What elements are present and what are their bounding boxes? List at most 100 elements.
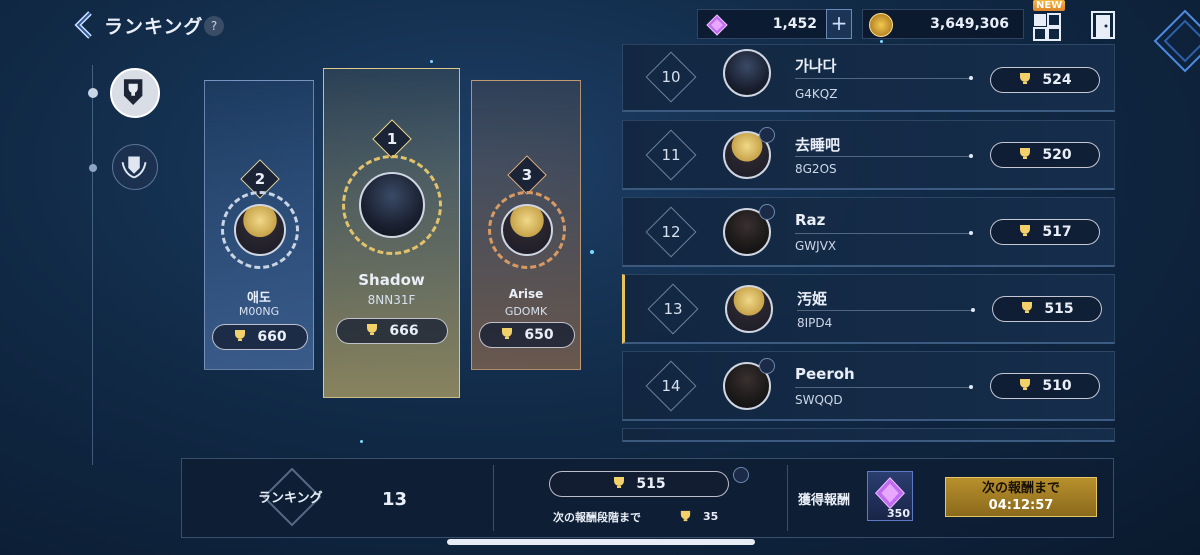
trophy-icon	[614, 477, 625, 488]
magnifier-icon[interactable]	[759, 204, 775, 220]
trophy-score: 524	[990, 67, 1100, 93]
page-title: ランキング	[104, 16, 204, 38]
avatar	[359, 172, 425, 238]
laurel-shield-icon	[121, 156, 147, 179]
player-code: GDOMK	[504, 305, 548, 318]
help-button[interactable]: ?	[204, 16, 224, 36]
player-name: 汚姫	[797, 290, 828, 308]
rank-badge: 12	[645, 206, 697, 258]
trophy-score: 666	[336, 318, 448, 344]
next-tier-label: 次の報酬段階まで	[553, 511, 641, 524]
reward-amount: 350	[887, 507, 910, 520]
avatar	[725, 285, 773, 333]
list-item[interactable]: 12 Raz GWJVX 517	[622, 197, 1115, 267]
trophy-icon	[1022, 302, 1033, 313]
next-reward-timer-button[interactable]: 次の報酬まで 04:12:57	[945, 477, 1097, 517]
my-ranking-panel: ランキング 13 515 次の報酬段階まで 35 獲得報酬 350 次の報酬まで…	[181, 458, 1114, 538]
magnifier-icon[interactable]	[759, 358, 775, 374]
exit-door-icon[interactable]	[1090, 10, 1116, 40]
nav-dot-active	[88, 88, 98, 98]
my-rank: 13	[382, 489, 408, 510]
player-code: SWQQD	[795, 393, 843, 407]
list-item[interactable]: 10 가나다 G4KQZ 524	[622, 44, 1115, 112]
rank-badge: 1	[372, 119, 412, 159]
list-item-partial[interactable]	[622, 428, 1115, 442]
player-name: Arise	[508, 287, 544, 301]
tab-trophy-ranking[interactable]	[110, 68, 160, 118]
trophy-icon	[1020, 73, 1031, 84]
podium-rank-3[interactable]: 3 Arise GDOMK 650	[471, 80, 581, 370]
trophy-icon	[367, 324, 378, 335]
player-name: 애도	[247, 291, 271, 306]
timer-value: 04:12:57	[988, 498, 1054, 513]
divider	[797, 308, 975, 312]
trophy-score: 650	[479, 322, 575, 348]
add-gems-button[interactable]: +	[826, 9, 852, 39]
player-code: 8G2OS	[795, 162, 837, 176]
trophy-score: 660	[212, 324, 308, 350]
list-item[interactable]: 14 Peeroh SWQQD 510	[622, 351, 1115, 421]
rank-badge: 10	[645, 51, 697, 103]
timer-label: 次の報酬まで	[981, 481, 1060, 496]
divider	[795, 231, 973, 235]
trophy-score: 520	[990, 142, 1100, 168]
trophy-shield-icon	[123, 79, 143, 105]
nav-dot	[89, 164, 97, 172]
trophy-score: 515	[992, 296, 1102, 322]
gem-counter: 1,452 +	[697, 9, 852, 39]
gold-counter: 3,649,306	[862, 9, 1024, 39]
home-indicator[interactable]	[447, 539, 755, 545]
gem-icon	[706, 14, 728, 36]
trophy-icon	[1020, 225, 1031, 236]
rank-badge: 11	[645, 129, 697, 181]
trophy-icon	[1020, 379, 1031, 390]
player-name: 가나다	[795, 57, 837, 75]
new-badge: NEW	[1033, 0, 1066, 11]
reward-item[interactable]: 350	[867, 471, 913, 521]
corner-diamond-icon	[1153, 9, 1200, 73]
gem-amount: 1,452	[772, 16, 817, 32]
player-code: 8NN31F	[367, 293, 416, 307]
avatar	[723, 49, 771, 97]
back-arrow-icon[interactable]	[70, 10, 98, 40]
trophy-icon	[235, 330, 246, 341]
sparkle-decoration	[360, 440, 363, 443]
rank-badge: 13	[647, 283, 699, 335]
player-code: M00NG	[238, 305, 280, 318]
sparkle-decoration	[430, 60, 433, 63]
sparkle-decoration	[590, 250, 594, 254]
next-tier-value: 35	[703, 510, 719, 523]
player-code: G4KQZ	[795, 87, 838, 101]
divider	[795, 154, 973, 158]
player-name: Peeroh	[795, 365, 855, 383]
tab-guild-ranking[interactable]	[112, 144, 158, 190]
nav-divider	[92, 65, 93, 465]
avatar	[234, 204, 286, 256]
player-code: GWJVX	[795, 239, 837, 253]
ranking-label: ランキング	[258, 491, 323, 506]
list-item[interactable]: 11 去睡吧 8G2OS 520	[622, 120, 1115, 190]
trophy-icon	[680, 510, 691, 522]
reward-label: 獲得報酬	[798, 493, 851, 508]
podium-rank-1[interactable]: 1 Shadow 8NN31F 666	[323, 68, 460, 398]
gold-coin-icon	[869, 13, 893, 37]
divider	[787, 465, 788, 531]
avatar	[501, 204, 553, 256]
list-item-current-player[interactable]: 13 汚姫 8IPD4 515	[622, 274, 1115, 344]
divider	[795, 385, 973, 389]
rank-badge: 3	[507, 155, 547, 195]
player-name: 去睡吧	[795, 136, 841, 154]
trophy-score: 517	[990, 219, 1100, 245]
player-code: 8IPD4	[797, 316, 833, 330]
magnifier-icon[interactable]	[733, 467, 749, 483]
gold-amount: 3,649,306	[930, 16, 1009, 32]
trophy-icon	[1020, 148, 1031, 159]
my-trophy-score: 515	[549, 471, 729, 497]
magnifier-icon[interactable]	[759, 127, 775, 143]
trophy-icon	[502, 328, 513, 339]
trophy-score: 510	[990, 373, 1100, 399]
podium-rank-2[interactable]: 2 애도 M00NG 660	[204, 80, 314, 370]
divider	[493, 465, 494, 531]
menu-grid-icon[interactable]	[1033, 13, 1061, 41]
divider	[795, 76, 973, 80]
